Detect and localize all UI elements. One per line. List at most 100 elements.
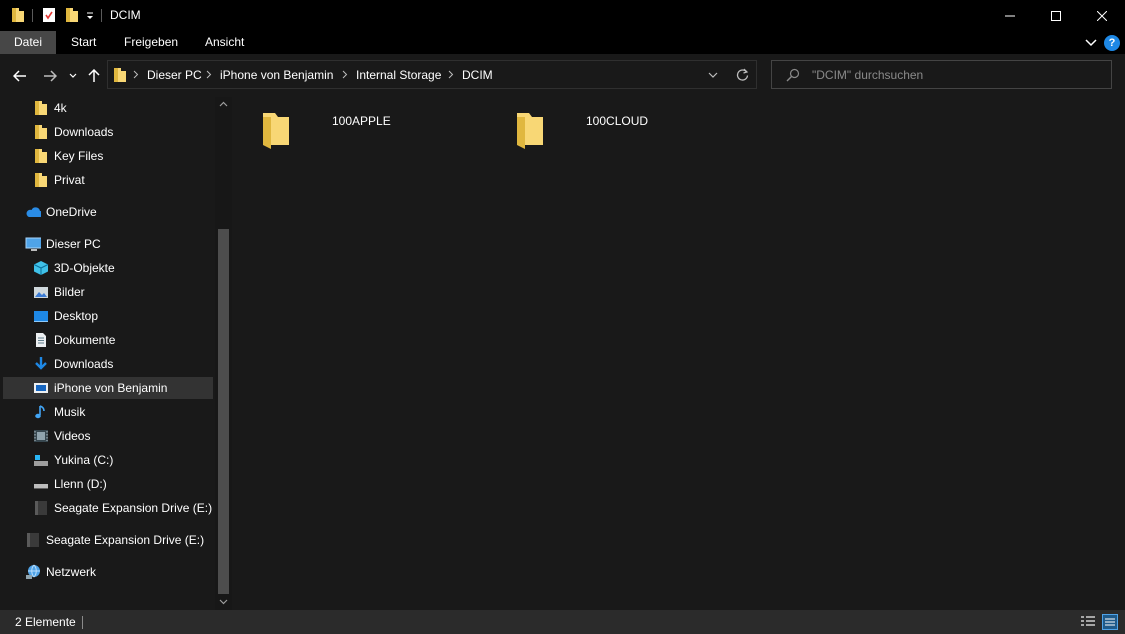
sidebar-item-4k[interactable]: 4k [3,97,213,119]
network-icon [26,564,40,579]
navigation-bar: Dieser PC iPhone von Benjamin Internal S… [0,54,1125,97]
onedrive-icon [26,207,41,217]
folder-icon [35,125,47,139]
sidebar-item-musik[interactable]: Musik [3,401,213,423]
sidebar-item-label: Privat [54,173,85,187]
tab-ansicht[interactable]: Ansicht [192,31,257,54]
download-icon [35,357,47,370]
drive-icon [34,484,48,489]
scroll-up-icon[interactable] [219,101,228,107]
new-folder-icon[interactable] [65,7,79,23]
search-box[interactable]: "DCIM" durchsuchen [771,60,1112,89]
sidebar-item-downloads-quick[interactable]: Downloads [3,121,213,143]
sidebar-item-netzwerk[interactable]: Netzwerk [3,561,213,583]
search-placeholder: "DCIM" durchsuchen [812,68,924,82]
folder-name: 100CLOUD [586,114,649,128]
sidebar-item-label: 3D-Objekte [54,261,115,275]
sidebar-item-label: OneDrive [46,205,97,219]
folder-item-100cloud[interactable]: 100CLOUD [512,105,752,155]
pictures-icon [34,287,48,298]
sidebar-item-label: Dieser PC [46,237,101,251]
folder-icon [35,101,47,115]
tab-freigeben[interactable]: Freigeben [111,31,191,54]
sidebar-item-label: Desktop [54,309,99,323]
chevron-right-icon[interactable] [448,70,454,79]
sidebar-item-privat[interactable]: Privat [3,169,213,191]
breadcrumb-iphone[interactable]: iPhone von Benjamin [220,68,333,82]
maximize-icon [1051,10,1061,21]
scrollbar-thumb[interactable] [218,229,229,594]
folder-name: 100APPLE [332,114,391,128]
help-icon[interactable]: ? [1104,35,1120,51]
sidebar-item-desktop[interactable]: Desktop [3,305,213,327]
details-view-icon[interactable] [1080,615,1096,629]
sidebar-item-label: 4k [54,101,67,115]
breadcrumb-dcim[interactable]: DCIM [462,68,493,82]
arrow-left-icon [13,69,26,82]
sidebar-item-label: Seagate Expansion Drive (E:) [46,533,205,547]
tab-datei[interactable]: Datei [0,31,57,54]
sidebar-scrollbar[interactable] [215,97,232,610]
computer-icon [25,237,41,251]
status-bar: 2 Elemente [0,610,1125,634]
sidebar-item-llenn-d[interactable]: Llenn (D:) [3,473,213,495]
sidebar-item-iphone[interactable]: iPhone von Benjamin [3,377,213,399]
up-button[interactable] [86,54,102,97]
system-drive-icon [34,455,48,466]
address-dropdown-icon[interactable] [708,72,718,78]
breadcrumb-internal-storage[interactable]: Internal Storage [356,68,441,82]
maximize-button[interactable] [1033,0,1079,31]
arrow-right-icon [44,69,57,82]
folder-item-100apple[interactable]: 100APPLE [258,105,498,155]
sidebar-item-dokumente[interactable]: Dokumente [3,329,213,351]
customize-quick-access-icon[interactable] [85,7,95,23]
folder-icon [35,149,47,163]
external-drive-icon [35,501,47,515]
ribbon: Datei Start Freigeben Ansicht [0,31,1125,54]
sidebar-item-bilder[interactable]: Bilder [3,281,213,303]
sidebar-item-label: Downloads [54,357,114,371]
close-button[interactable] [1079,0,1125,31]
sidebar-item-seagate-e[interactable]: Seagate Expansion Drive (E:) [3,497,213,519]
chevron-down-icon [69,73,77,78]
external-drive-icon [27,533,39,547]
chevron-right-icon[interactable] [342,70,348,79]
scroll-down-icon[interactable] [219,599,228,605]
sidebar-item-yukina-c[interactable]: Yukina (C:) [3,449,213,471]
sidebar-item-label: Llenn (D:) [54,477,107,491]
close-icon [1097,10,1107,21]
chevron-right-icon[interactable] [206,70,212,79]
folder-icon [263,113,289,149]
sidebar-item-label: Seagate Expansion Drive (E:) [54,501,213,515]
forward-button[interactable] [40,54,60,97]
folder-icon [517,113,543,149]
sidebar-item-3d-objekte[interactable]: 3D-Objekte [3,257,213,279]
title-bar: DCIM [0,0,1125,31]
refresh-icon[interactable] [736,68,749,81]
sidebar-item-videos[interactable]: Videos [3,425,213,447]
sidebar-item-label: Musik [54,405,86,419]
sidebar-item-label: Netzwerk [46,565,97,579]
back-button[interactable] [10,54,30,97]
tab-start[interactable]: Start [58,31,109,54]
large-icons-view-icon[interactable] [1102,614,1118,630]
3d-objects-icon [33,261,49,275]
window-title: DCIM [110,8,141,22]
minimize-button[interactable] [987,0,1033,31]
sidebar-item-seagate-e-root[interactable]: Seagate Expansion Drive (E:) [3,529,213,551]
sidebar-item-key-files[interactable]: Key Files [3,145,213,167]
sidebar-item-dieser-pc[interactable]: Dieser PC [3,233,213,255]
address-bar[interactable]: Dieser PC iPhone von Benjamin Internal S… [107,60,757,89]
phone-device-icon [34,383,48,393]
breadcrumb-dieser-pc[interactable]: Dieser PC [147,68,202,82]
sidebar-item-downloads[interactable]: Downloads [3,353,213,375]
desktop-icon [34,311,48,322]
folder-icon [11,7,25,23]
sidebar-item-label: Bilder [54,285,85,299]
minimize-icon [1005,15,1015,16]
recent-locations-button[interactable] [66,54,80,97]
expand-ribbon-icon[interactable] [1085,36,1097,51]
music-icon [35,405,45,419]
properties-icon[interactable] [41,7,57,23]
sidebar-item-onedrive[interactable]: OneDrive [3,201,213,223]
